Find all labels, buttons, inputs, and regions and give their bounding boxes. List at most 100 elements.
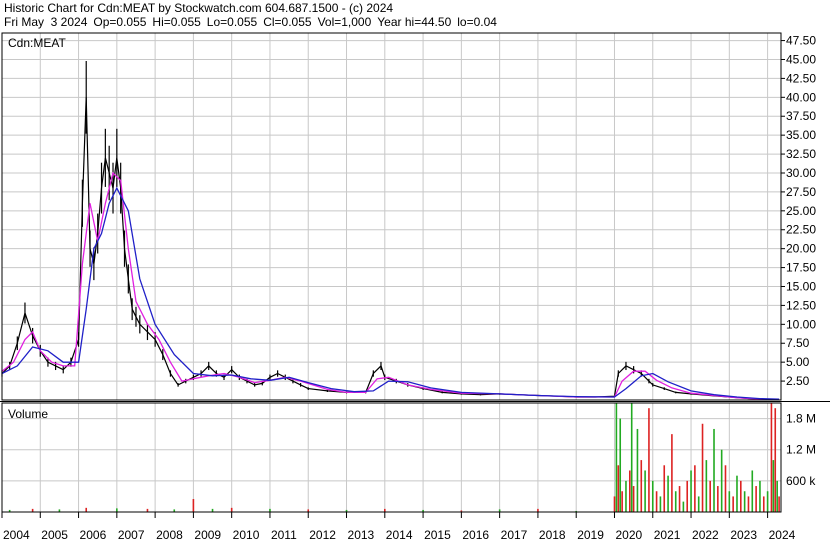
volume-bar bbox=[230, 507, 233, 512]
volume-bar bbox=[772, 460, 775, 512]
x-tick-label: 2021 bbox=[654, 528, 681, 542]
volume-bar bbox=[720, 449, 723, 512]
volume-bar bbox=[736, 475, 738, 512]
volume-bar bbox=[678, 486, 681, 512]
volume-bar bbox=[630, 403, 633, 512]
volume-bar bbox=[628, 470, 631, 512]
volume-bar bbox=[644, 470, 646, 512]
historic-chart: 47.50 45.00 42.50 40.00 37.50 35.00 32.50 30.00… bbox=[0, 32, 830, 542]
x-tick-label: 2012 bbox=[309, 528, 336, 542]
volume-bar bbox=[674, 491, 677, 512]
price-y-tick-label: 37.50 bbox=[786, 109, 816, 123]
x-tick-label: 2022 bbox=[692, 528, 719, 542]
volume-bar bbox=[663, 465, 666, 512]
x-tick-label: 2005 bbox=[41, 528, 68, 542]
volume-bar bbox=[709, 480, 711, 512]
price-y-tick-label: 22.50 bbox=[786, 223, 816, 237]
volume-bar bbox=[762, 496, 765, 512]
x-tick-label: 2010 bbox=[233, 528, 260, 542]
volume-bar bbox=[617, 465, 620, 512]
volume-y-tick-label: 1.2 M bbox=[786, 443, 816, 457]
x-tick-label: 2019 bbox=[577, 528, 604, 542]
volume-bar bbox=[717, 486, 719, 512]
x-tick-label: 2007 bbox=[118, 528, 145, 542]
price-y-tick-label: 25.00 bbox=[786, 204, 816, 218]
x-tick-label: 2006 bbox=[80, 528, 107, 542]
price-y-tick-label: 2.50 bbox=[786, 374, 810, 388]
volume-bar bbox=[636, 428, 639, 512]
volume-bar bbox=[615, 403, 618, 512]
x-tick-label: 2009 bbox=[194, 528, 221, 542]
x-tick-label: 2020 bbox=[615, 528, 642, 542]
price-y-tick-label: 7.50 bbox=[786, 336, 810, 350]
volume-bar bbox=[759, 480, 761, 512]
volume-bar bbox=[625, 480, 627, 512]
volume-bar bbox=[116, 508, 118, 512]
x-tick-label: 2011 bbox=[271, 528, 297, 542]
volume-bar bbox=[640, 460, 643, 512]
price-panel-title: Cdn:MEAT bbox=[8, 36, 66, 50]
x-tick-label: 2017 bbox=[501, 528, 528, 542]
volume-bar bbox=[192, 499, 195, 512]
volume-bar bbox=[686, 480, 689, 512]
price-y-tick-label: 17.50 bbox=[786, 261, 816, 275]
volume-bar bbox=[651, 480, 654, 512]
price-y-tick-label: 30.00 bbox=[786, 166, 816, 180]
x-tick-label: 2018 bbox=[539, 528, 566, 542]
volume-marks bbox=[8, 403, 780, 512]
volume-bar bbox=[667, 475, 669, 512]
price-y-tick-label: 20.00 bbox=[786, 242, 816, 256]
x-tick-label: 2014 bbox=[386, 528, 413, 542]
volume-bar bbox=[751, 470, 754, 512]
moving-average-line bbox=[1, 186, 780, 400]
price-panel-frame bbox=[1, 32, 782, 401]
volume-bar bbox=[776, 480, 778, 512]
volume-bar bbox=[619, 418, 622, 512]
volume-bar bbox=[671, 434, 673, 512]
chart-frames bbox=[0, 32, 830, 513]
price-y-tick-label: 27.50 bbox=[786, 185, 816, 199]
volume-bar bbox=[778, 496, 780, 512]
volume-bar bbox=[701, 423, 704, 512]
volume-bar bbox=[85, 507, 88, 512]
volume-bar bbox=[632, 486, 635, 512]
volume-bar bbox=[732, 496, 734, 512]
volume-bar bbox=[705, 460, 708, 512]
price-y-tick-label: 12.50 bbox=[786, 298, 816, 312]
volume-bar bbox=[774, 408, 777, 512]
volume-bar bbox=[613, 496, 616, 512]
price-grid bbox=[1, 33, 785, 400]
x-tick-label: 2024 bbox=[769, 528, 796, 542]
price-y-tick-label: 35.00 bbox=[786, 128, 816, 142]
volume-bar bbox=[740, 480, 742, 512]
volume-bar bbox=[770, 403, 773, 512]
volume-bar bbox=[724, 465, 727, 512]
x-tick-label: 2013 bbox=[348, 528, 375, 542]
price-y-tick-label: 10.00 bbox=[786, 317, 816, 331]
volume-bar bbox=[766, 491, 769, 512]
x-tick-label: 2023 bbox=[730, 528, 757, 542]
volume-bar bbox=[713, 428, 715, 512]
price-marks bbox=[1, 60, 780, 401]
volume-bar bbox=[755, 486, 757, 512]
price-y-tick-label: 5.00 bbox=[786, 355, 810, 369]
x-tick-label: 2016 bbox=[462, 528, 489, 542]
volume-bar bbox=[728, 491, 731, 512]
volume-bar bbox=[659, 496, 662, 512]
price-y-tick-label: 40.00 bbox=[786, 90, 816, 104]
volume-bar bbox=[682, 501, 685, 512]
volume-y-tick-label: 600 k bbox=[786, 474, 816, 488]
x-tick-label: 2004 bbox=[3, 528, 30, 542]
price-y-tick-label: 45.00 bbox=[786, 52, 816, 66]
volume-bar bbox=[747, 496, 750, 512]
volume-bar bbox=[648, 408, 650, 512]
volume-bar bbox=[697, 496, 700, 512]
volume-bar bbox=[694, 465, 696, 512]
x-tick-label: 2015 bbox=[424, 528, 451, 542]
price-y-tick-label: 32.50 bbox=[786, 147, 816, 161]
volume-panel-title: Volume bbox=[8, 407, 48, 421]
volume-bar bbox=[655, 491, 658, 512]
volume-bar bbox=[621, 491, 623, 512]
x-tick-label: 2008 bbox=[156, 528, 183, 542]
price-y-tick-label: 47.50 bbox=[786, 34, 816, 48]
